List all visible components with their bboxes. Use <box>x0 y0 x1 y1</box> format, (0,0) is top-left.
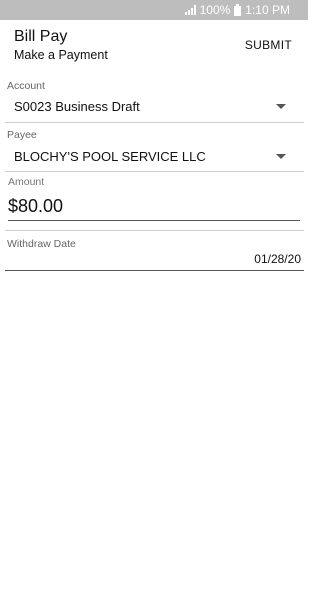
amount-label: Amount <box>8 176 45 188</box>
signal-icon <box>184 5 196 15</box>
payee-value[interactable]: BLOCHY'S POOL SERVICE LLC <box>14 149 206 164</box>
chevron-down-icon[interactable] <box>276 104 286 109</box>
amount-field[interactable]: Amount $80.00 <box>5 174 304 232</box>
payee-field[interactable]: Payee BLOCHY'S POOL SERVICE LLC <box>5 127 304 173</box>
account-label: Account <box>7 80 45 92</box>
withdraw-date-label: Withdraw Date <box>7 238 76 250</box>
amount-divider <box>5 230 304 231</box>
battery-icon <box>234 4 242 16</box>
status-time: 1:10 PM <box>245 3 290 17</box>
withdraw-date-value[interactable]: 01/28/20 <box>254 252 301 266</box>
page-subtitle: Make a Payment <box>14 48 108 62</box>
withdraw-date-field[interactable]: Withdraw Date 01/28/20 <box>5 236 304 276</box>
account-divider <box>5 122 304 123</box>
chevron-down-icon[interactable] <box>276 154 286 159</box>
payee-divider <box>5 171 304 172</box>
payee-label: Payee <box>7 129 37 141</box>
submit-button[interactable]: SUBMIT <box>245 38 292 52</box>
page-title: Bill Pay <box>14 28 68 45</box>
amount-input[interactable]: $80.00 <box>8 196 63 217</box>
withdraw-date-underline <box>5 270 304 271</box>
status-bar: 100% 1:10 PM <box>0 0 308 20</box>
amount-underline <box>8 220 300 221</box>
battery-percent: 100% <box>199 3 231 17</box>
account-value[interactable]: S0023 Business Draft <box>14 99 140 114</box>
app-header: Bill Pay Make a Payment SUBMIT <box>0 20 308 70</box>
account-field[interactable]: Account S0023 Business Draft <box>5 78 304 124</box>
